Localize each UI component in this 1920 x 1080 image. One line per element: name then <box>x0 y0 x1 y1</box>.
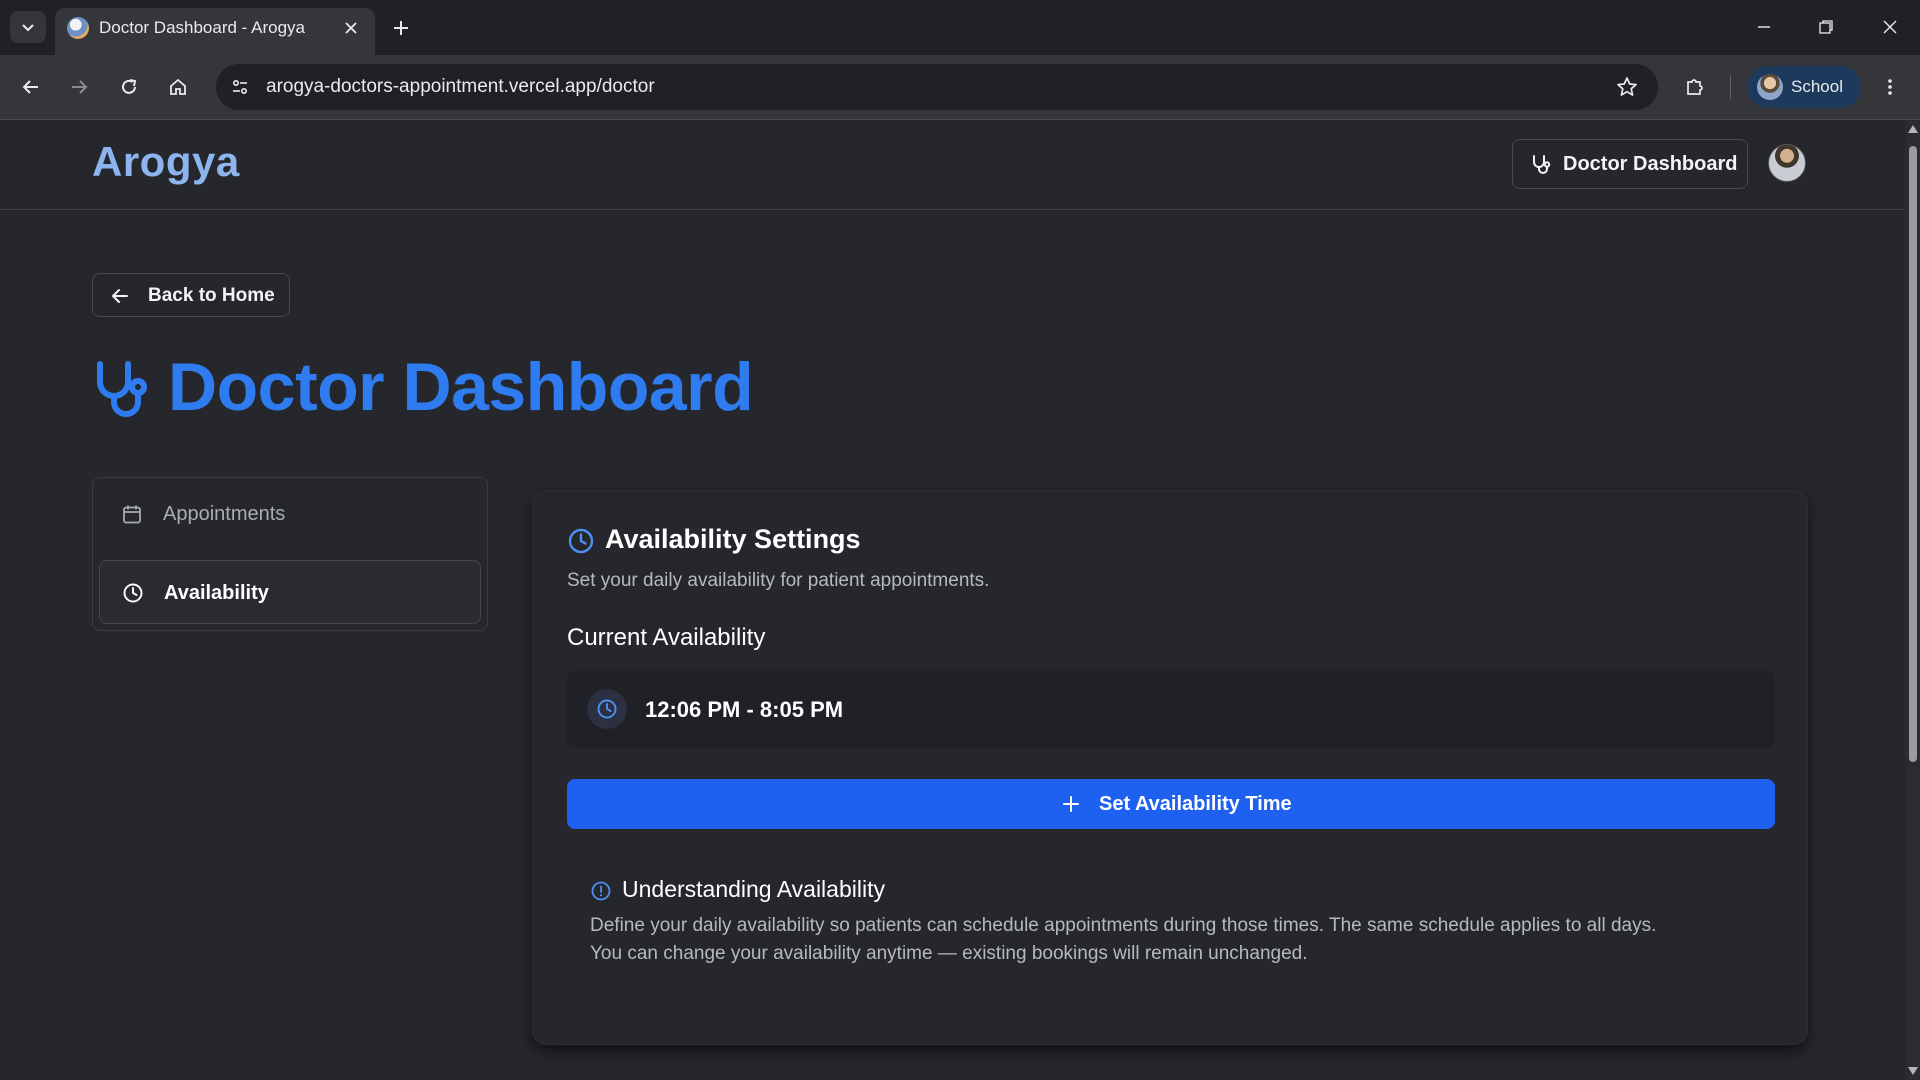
availability-settings-card: Availability Settings Set your daily ava… <box>532 490 1808 1045</box>
arrow-right-icon <box>72 80 88 94</box>
close-icon <box>345 22 357 34</box>
page-title: Doctor Dashboard <box>168 349 754 425</box>
calendar-icon <box>123 505 141 524</box>
profile-avatar <box>1757 74 1783 100</box>
browser-menu-button[interactable] <box>1872 69 1908 105</box>
site-info-button[interactable] <box>224 71 256 103</box>
info-line: You can change your availability anytime… <box>590 943 1308 964</box>
site-header: Arogya Doctor Dashboard <box>0 120 1905 210</box>
current-availability-slot: 12:06 PM - 8:05 PM <box>567 671 1775 748</box>
tune-icon <box>232 79 248 95</box>
scroll-down-arrow-icon[interactable] <box>1908 1067 1918 1075</box>
clock-icon <box>568 528 594 554</box>
browser-tab[interactable]: Doctor Dashboard - Arogya <box>55 8 375 55</box>
back-nav-button[interactable] <box>13 69 49 105</box>
minimize-button[interactable] <box>1744 10 1784 44</box>
info-icon <box>591 881 611 901</box>
home-icon <box>170 78 186 95</box>
plus-icon <box>394 21 408 35</box>
more-vertical-icon <box>1888 79 1892 95</box>
availability-settings-title: Availability Settings <box>605 524 861 554</box>
current-availability-time: 12:06 PM - 8:05 PM <box>645 697 844 722</box>
understanding-availability-text: Define your daily availability so patien… <box>590 912 1770 968</box>
tab-close-button[interactable] <box>339 16 363 40</box>
clock-icon <box>597 699 617 719</box>
stethoscope-icon <box>1533 155 1551 174</box>
brand-logo[interactable]: Arogya <box>92 138 240 186</box>
browser-toolbar: arogya-doctors-appointment.vercel.app/do… <box>0 55 1920 120</box>
minimize-icon <box>1758 26 1770 28</box>
set-availability-button[interactable]: Set Availability Time <box>567 779 1775 829</box>
current-availability-heading: Current Availability <box>567 624 766 651</box>
dashboard-sidebar: Appointments Availability <box>92 477 488 631</box>
bookmark-star-button[interactable] <box>1614 74 1640 100</box>
reload-button[interactable] <box>111 69 147 105</box>
sidebar-item-availability[interactable]: Availability <box>99 560 481 624</box>
chevron-down-icon <box>22 24 34 32</box>
url-text: arogya-doctors-appointment.vercel.app/do… <box>266 76 655 97</box>
reload-icon <box>122 79 137 94</box>
sidebar-item-appointments[interactable]: Appointments <box>99 482 481 546</box>
tab-title: Doctor Dashboard - Arogya <box>99 18 305 37</box>
back-to-home-label: Back to Home <box>148 285 275 306</box>
availability-settings-subtitle: Set your daily availability for patient … <box>567 570 990 591</box>
doctor-dashboard-button[interactable]: Doctor Dashboard <box>1512 139 1748 189</box>
profile-name: School <box>1791 77 1843 96</box>
restore-icon <box>1819 20 1833 34</box>
restore-button[interactable] <box>1806 10 1846 44</box>
back-to-home-button[interactable]: Back to Home <box>92 273 290 317</box>
scroll-thumb[interactable] <box>1909 146 1917 762</box>
extensions-button[interactable] <box>1677 69 1713 105</box>
new-tab-button[interactable] <box>385 12 417 44</box>
understanding-availability-title: Understanding Availability <box>622 876 885 902</box>
arrow-left-icon <box>112 289 128 303</box>
info-line: Define your daily availability so patien… <box>590 915 1657 936</box>
tab-search-button[interactable] <box>10 11 46 43</box>
toolbar-divider <box>1730 75 1731 99</box>
set-availability-label: Set Availability Time <box>1099 793 1292 815</box>
sidebar-item-label: Appointments <box>163 503 286 525</box>
browser-tabstrip: Doctor Dashboard - Arogya <box>0 0 1920 55</box>
clock-icon <box>123 583 143 603</box>
close-window-button[interactable] <box>1870 10 1910 44</box>
page-viewport: Arogya Doctor Dashboard Back to Home Doc… <box>0 120 1905 1080</box>
forward-nav-button[interactable] <box>61 69 97 105</box>
avatar[interactable] <box>1768 144 1806 182</box>
profile-chip[interactable]: School <box>1747 66 1861 108</box>
doctor-dashboard-button-label: Doctor Dashboard <box>1563 153 1738 175</box>
close-icon <box>1883 20 1897 34</box>
slot-icon-badge <box>587 689 627 729</box>
home-button[interactable] <box>160 69 196 105</box>
address-bar[interactable]: arogya-doctors-appointment.vercel.app/do… <box>216 64 1658 110</box>
favicon-icon <box>67 17 89 39</box>
stethoscope-icon <box>97 361 147 417</box>
scroll-up-arrow-icon[interactable] <box>1908 125 1918 133</box>
arrow-left-icon <box>22 80 38 94</box>
puzzle-icon <box>1687 79 1703 95</box>
plus-icon <box>1063 796 1079 812</box>
page-scrollbar[interactable] <box>1905 120 1920 1080</box>
sidebar-item-label: Availability <box>164 582 269 604</box>
star-icon <box>1617 77 1637 96</box>
